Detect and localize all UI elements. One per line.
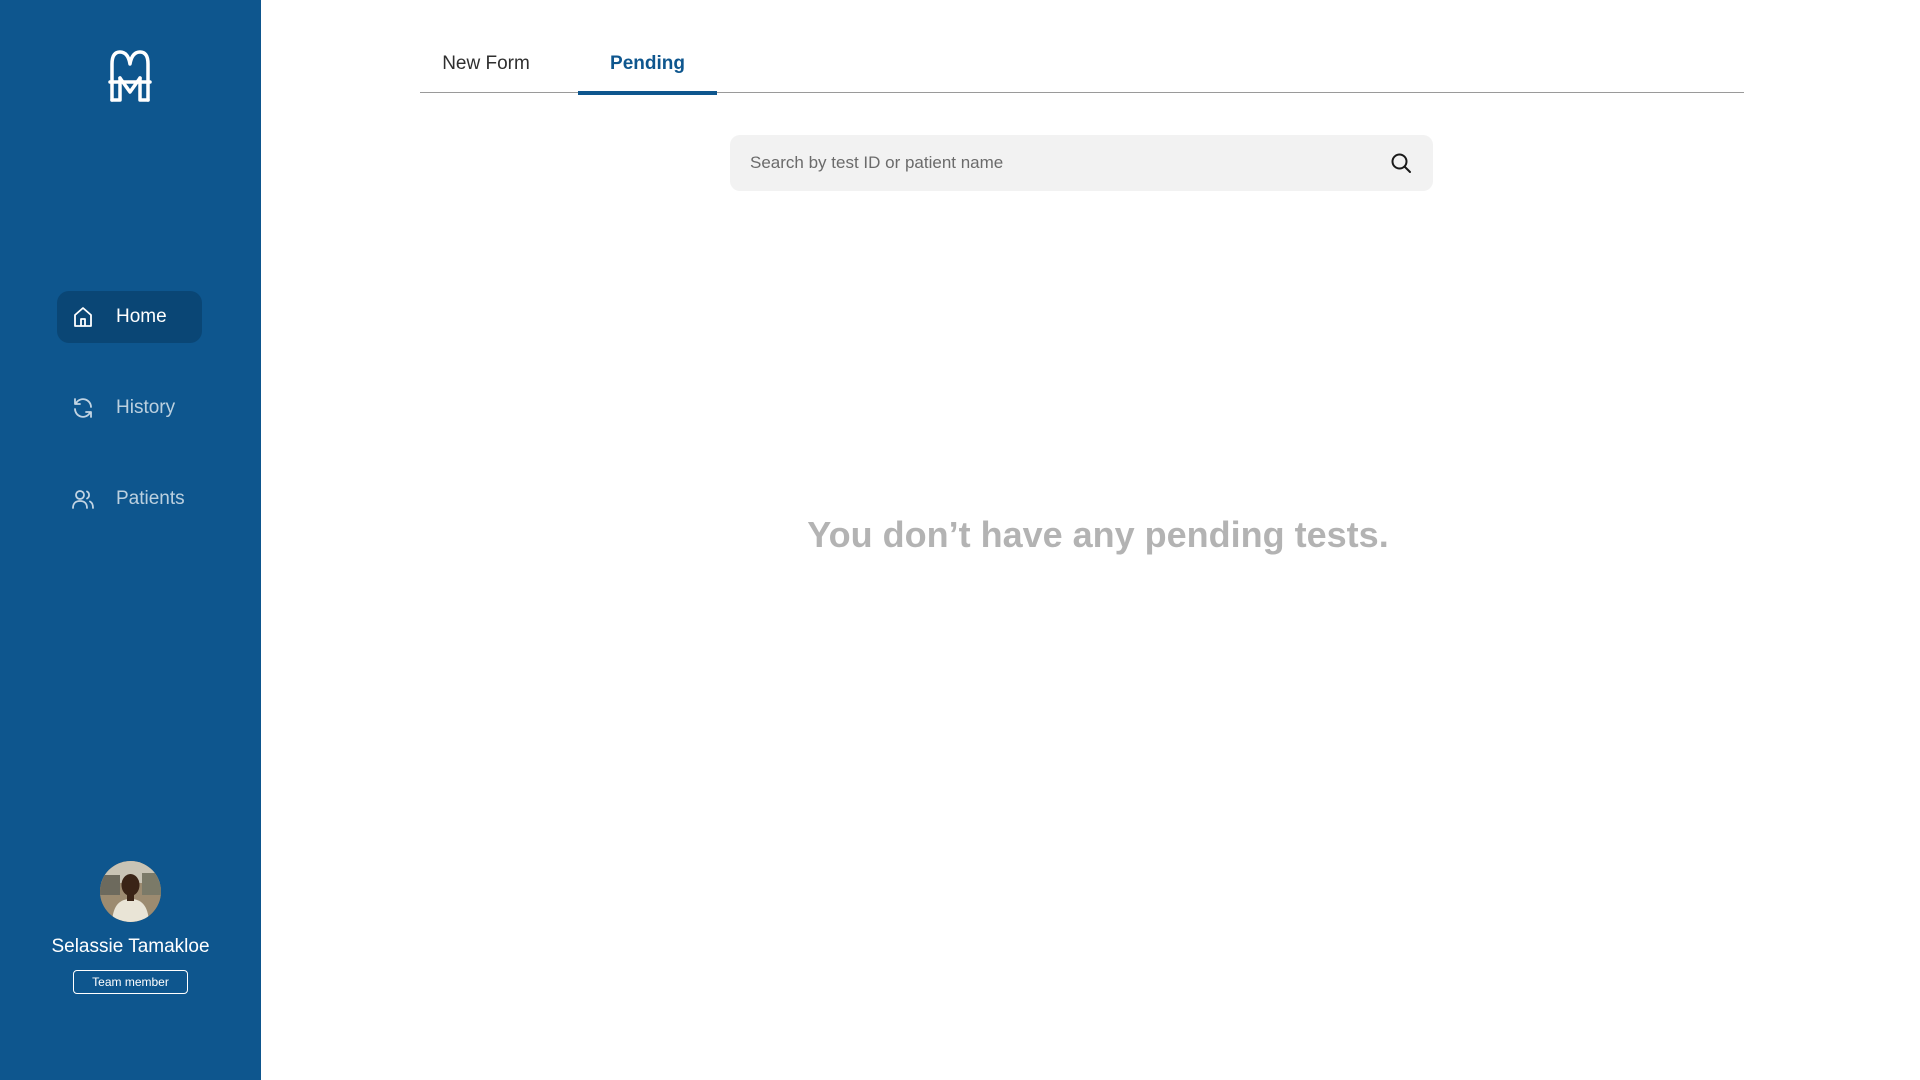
sidebar-item-label: Patients	[116, 488, 185, 509]
tab-new-form[interactable]: New Form	[420, 35, 552, 93]
main-content: New Form Pending You don’t have any pend…	[261, 0, 1920, 1080]
empty-state-message: You don’t have any pending tests.	[807, 514, 1389, 555]
search-input[interactable]	[750, 153, 1389, 173]
tab-pending[interactable]: Pending	[578, 35, 717, 95]
sidebar-item-label: History	[116, 397, 176, 418]
sidebar-nav: Home History Patients	[57, 291, 202, 564]
app-root: Home History Patients Selassie Tamakloe …	[0, 0, 1920, 1080]
tab-bar: New Form Pending	[420, 35, 1744, 95]
app-logo[interactable]	[106, 48, 154, 104]
user-name: Selassie Tamakloe	[51, 936, 210, 957]
sidebar-item-label: Home	[116, 306, 167, 327]
sidebar-item-history[interactable]: History	[57, 382, 202, 434]
avatar[interactable]	[100, 861, 161, 922]
user-profile[interactable]: Selassie Tamakloe Team member	[0, 861, 261, 994]
role-badge: Team member	[73, 970, 188, 994]
search-icon[interactable]	[1389, 151, 1413, 175]
home-icon	[71, 305, 95, 329]
sidebar-item-home[interactable]: Home	[57, 291, 202, 343]
refresh-icon	[71, 396, 95, 420]
search-bar	[730, 135, 1433, 191]
sidebar: Home History Patients Selassie Tamakloe …	[0, 0, 261, 1080]
sidebar-item-patients[interactable]: Patients	[57, 473, 202, 525]
users-icon	[71, 487, 95, 511]
